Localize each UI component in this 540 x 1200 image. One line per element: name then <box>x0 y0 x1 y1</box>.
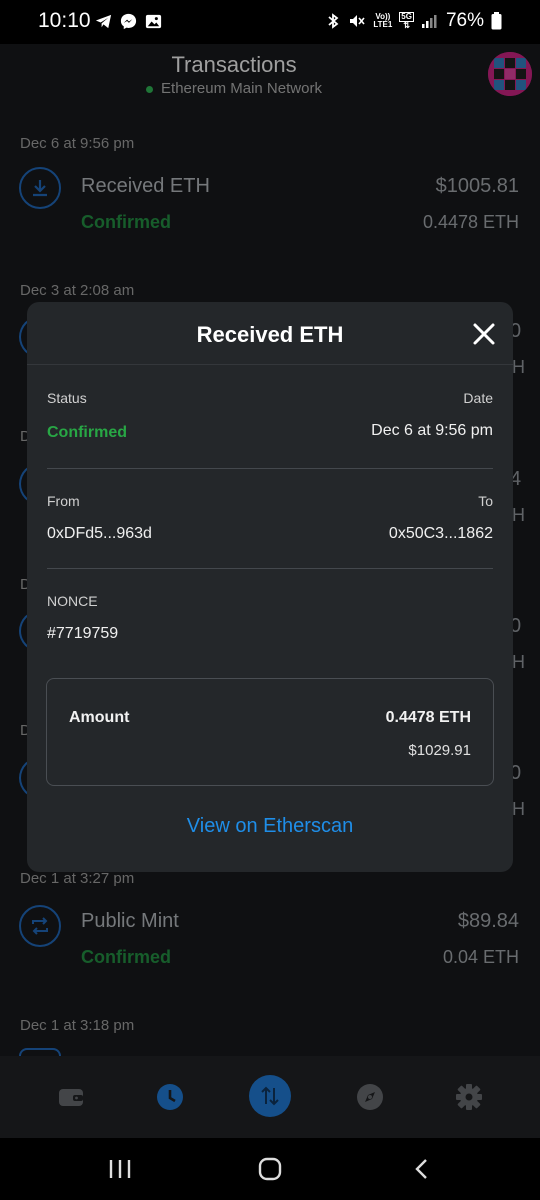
modal-title: Received ETH <box>196 322 344 347</box>
amount-fiat: $1029.91 <box>408 742 471 759</box>
data-arrows-icon: ⇅ <box>403 21 410 30</box>
notification-icons <box>94 12 163 31</box>
status-value: Confirmed <box>47 424 127 441</box>
status-time: 10:10 <box>38 9 91 32</box>
status-label: Status <box>47 390 87 406</box>
system-indicators: Vo)) LTE1 5G ⇅ 76% <box>325 10 502 32</box>
volte-indicator: Vo)) LTE1 <box>373 13 392 29</box>
system-navigation-bar <box>0 1138 540 1200</box>
gallery-icon <box>145 14 162 29</box>
amount-crypto: 0.4478 ETH <box>385 709 471 726</box>
battery-level: 76% <box>445 10 484 31</box>
battery-icon <box>491 12 502 30</box>
divider <box>47 568 493 569</box>
divider <box>27 364 513 365</box>
date-label: Date <box>463 390 493 406</box>
back-icon[interactable] <box>412 1158 432 1180</box>
status-bar: 10:10 Vo)) LTE1 5G ⇅ 76% <box>0 0 540 44</box>
bluetooth-icon <box>328 13 339 29</box>
from-label: From <box>47 493 80 509</box>
amount-label: Amount <box>69 709 130 726</box>
network-5g-indicator: 5G ⇅ <box>399 12 414 30</box>
transaction-details-modal: Received ETH Status Date Confirmed Dec 6… <box>27 302 513 872</box>
signal-icon <box>421 15 437 28</box>
to-label: To <box>478 493 493 509</box>
close-icon[interactable] <box>471 321 497 347</box>
from-address[interactable]: 0xDFd5...963d <box>47 525 152 543</box>
nonce-label: NONCE <box>47 593 98 609</box>
amount-box: Amount 0.4478 ETH $1029.91 <box>46 678 494 786</box>
mute-icon <box>350 15 365 27</box>
view-on-etherscan-link[interactable]: View on Etherscan <box>27 815 513 838</box>
nonce-value: #7719759 <box>47 625 119 642</box>
to-address[interactable]: 0x50C3...1862 <box>389 525 493 543</box>
recent-apps-icon[interactable] <box>108 1158 132 1180</box>
telegram-icon <box>95 14 112 29</box>
date-value: Dec 6 at 9:56 pm <box>371 422 493 439</box>
lte-text: LTE1 <box>373 20 393 29</box>
divider <box>47 468 493 469</box>
home-icon[interactable] <box>258 1157 282 1181</box>
messenger-icon <box>120 13 137 30</box>
